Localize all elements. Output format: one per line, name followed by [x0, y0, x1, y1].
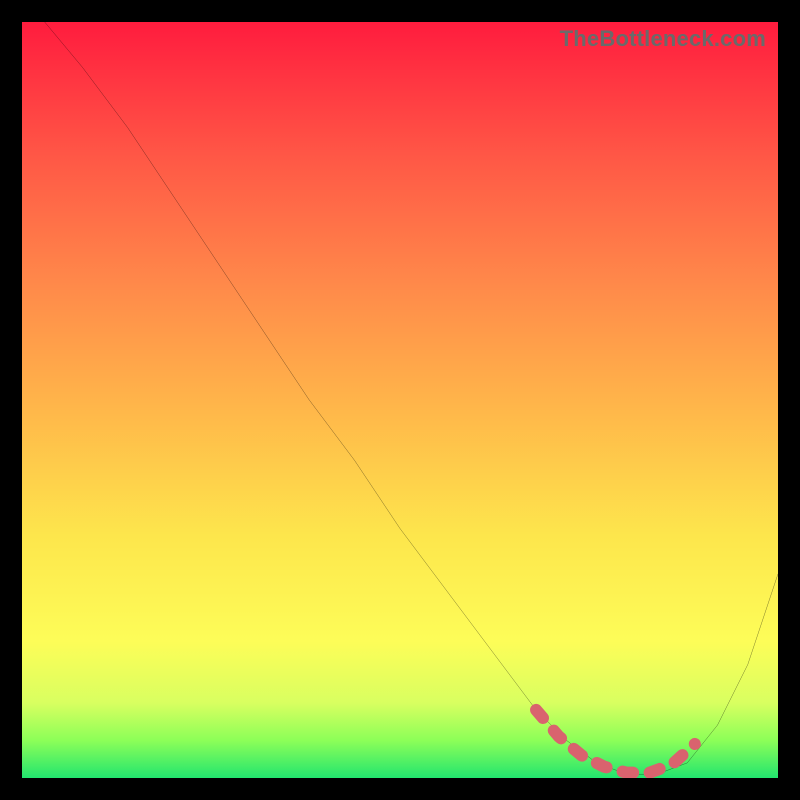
curve-overlay [22, 22, 778, 778]
main-curve [45, 22, 778, 774]
chart-stage: TheBottleneck.com [0, 0, 800, 800]
highlight-curve [536, 710, 695, 773]
series-curve [45, 22, 778, 774]
plot-area: TheBottleneck.com [22, 22, 778, 778]
series-highlight [536, 710, 695, 773]
